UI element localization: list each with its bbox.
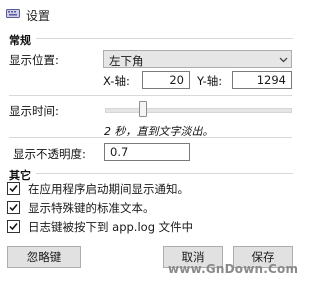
- y-axis-input[interactable]: 1294: [232, 71, 292, 89]
- group-general-divider: [36, 38, 293, 39]
- keyboard-icon: [6, 7, 20, 19]
- display-time-slider-thumb[interactable]: [139, 101, 147, 117]
- opacity-label: 显示不透明度:: [13, 147, 86, 161]
- watermark: www.GnDown.Com: [168, 262, 299, 276]
- log-keys-checkbox[interactable]: [7, 220, 20, 233]
- window-title: 设置: [26, 9, 51, 23]
- x-axis-input[interactable]: 20: [142, 71, 190, 89]
- checkmark-icon: [9, 223, 18, 231]
- position-divider: [9, 95, 292, 96]
- log-keys-label: 日志键被按下到 app.log 文件中: [28, 220, 194, 234]
- settings-window: 设置 常规 显示位置: 左下角 X-轴: 20 Y-轴: 1294 显示时间: …: [0, 0, 300, 286]
- checkmark-icon: [9, 185, 18, 193]
- standard-text-checkbox[interactable]: [7, 201, 20, 214]
- ignore-keys-button[interactable]: 忽略键: [7, 246, 81, 268]
- y-axis-label: Y-轴:: [197, 74, 223, 88]
- position-select[interactable]: 左下角: [103, 50, 292, 68]
- checkmark-icon: [9, 204, 18, 212]
- title-bar: 设置: [0, 0, 300, 28]
- time-divider: [9, 137, 292, 138]
- display-time-label: 显示时间:: [9, 104, 59, 118]
- startup-notify-label: 在应用程序启动期间显示通知。: [28, 182, 189, 196]
- startup-notify-checkbox[interactable]: [7, 182, 20, 195]
- standard-text-label: 显示特殊键的标准文本。: [28, 201, 155, 215]
- group-other-divider: [36, 173, 293, 174]
- x-axis-label: X-轴:: [103, 74, 130, 88]
- group-general-label: 常规: [9, 34, 31, 47]
- chevron-down-icon: [279, 54, 288, 63]
- position-label: 显示位置:: [9, 53, 59, 67]
- position-select-value: 左下角: [109, 54, 144, 68]
- opacity-input[interactable]: 0.7: [104, 143, 190, 161]
- display-time-slider-track[interactable]: [105, 108, 292, 113]
